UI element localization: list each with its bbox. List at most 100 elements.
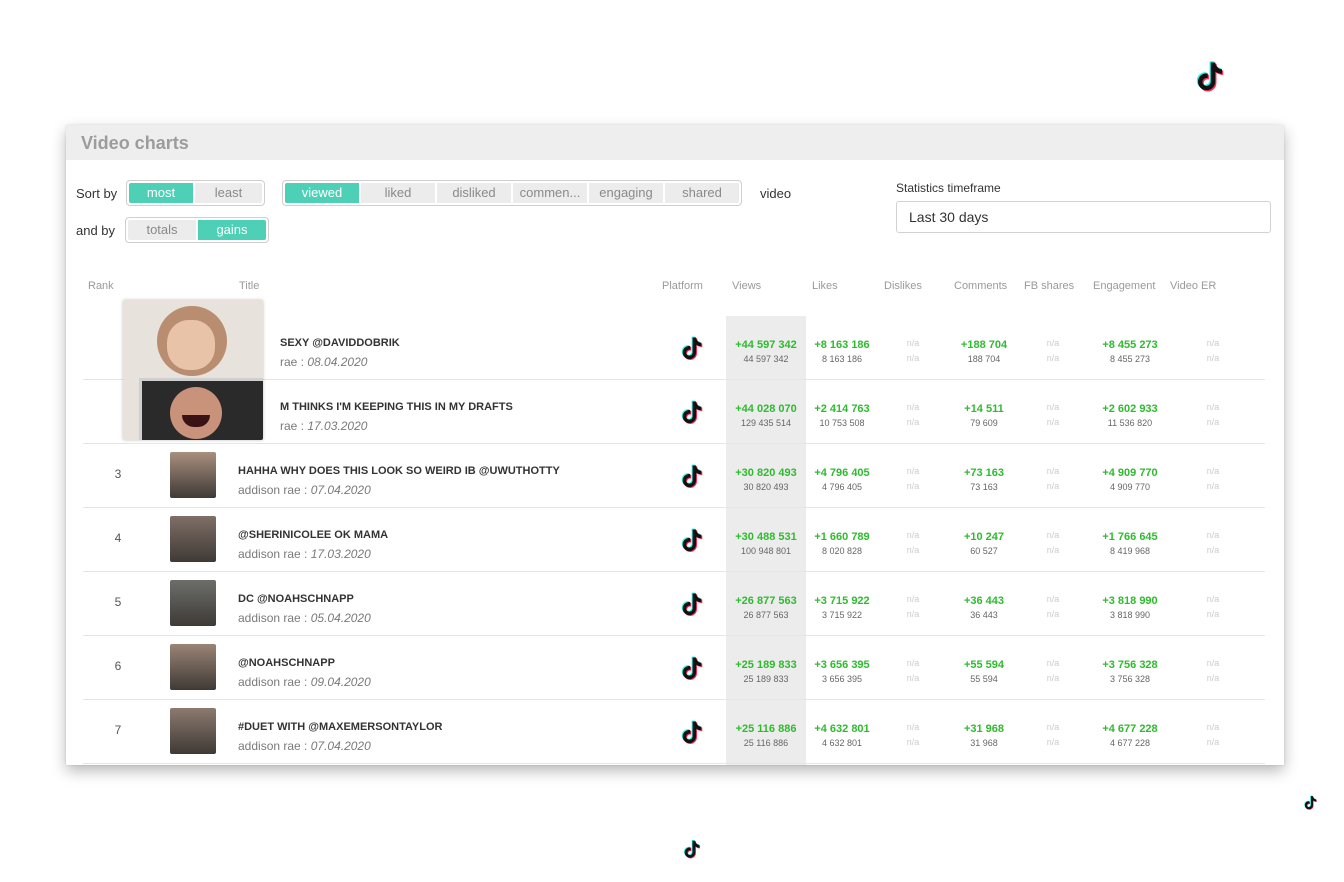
dislikes-cell: n/a n/a bbox=[893, 656, 933, 686]
comments-cell: +31 968 31 968 bbox=[948, 723, 1020, 748]
fb-shares-cell: n/a n/a bbox=[1033, 592, 1073, 622]
fb-shares-cell: n/a n/a bbox=[1033, 528, 1073, 558]
column-rank[interactable]: Rank bbox=[88, 280, 114, 292]
dislikes-total-na: n/a bbox=[906, 609, 920, 619]
video-er-gain-na: n/a bbox=[1206, 594, 1220, 604]
fb-shares-cell: n/a n/a bbox=[1033, 656, 1073, 686]
table-row[interactable]: 4 @SHERINICOLEE OK MAMA addison rae : 17.0… bbox=[83, 508, 1265, 572]
likes-gain: +3 715 922 bbox=[814, 595, 870, 607]
views-gain: +44 597 342 bbox=[735, 339, 797, 351]
sort-metric-disliked[interactable]: disliked bbox=[437, 183, 511, 203]
engagement-gain: +4 909 770 bbox=[1102, 467, 1158, 479]
video-author-date: addison rae : 07.04.2020 bbox=[238, 739, 371, 753]
row-rank: 5 bbox=[114, 595, 122, 609]
engagement-total: 4 677 228 bbox=[1109, 738, 1151, 748]
likes-gain: +4 632 801 bbox=[814, 723, 870, 735]
views-total: 44 597 342 bbox=[743, 354, 789, 364]
video-author-date: addison rae : 09.04.2020 bbox=[238, 675, 371, 689]
comments-cell: +55 594 55 594 bbox=[948, 659, 1020, 684]
engagement-cell: +3 756 328 3 756 328 bbox=[1090, 659, 1170, 684]
table-row[interactable]: 3 HAHHA WHY DOES THIS LOOK SO WEIRD IB @U… bbox=[83, 444, 1265, 508]
row-rank: 4 bbox=[114, 531, 122, 545]
comments-gain: +31 968 bbox=[963, 723, 1005, 735]
likes-cell: +1 660 789 8 020 828 bbox=[806, 531, 878, 556]
column-likes[interactable]: Likes bbox=[812, 280, 838, 292]
column-comments[interactable]: Comments bbox=[954, 280, 1007, 292]
video-title[interactable]: SEXY @DAVIDDOBRIK bbox=[280, 337, 400, 349]
comments-total: 60 527 bbox=[970, 546, 998, 556]
dislikes-cell: n/a n/a bbox=[893, 400, 933, 430]
video-er-cell: n/a n/a bbox=[1193, 528, 1233, 558]
sort-metric-comments[interactable]: commen... bbox=[513, 183, 587, 203]
engagement-cell: +4 677 228 4 677 228 bbox=[1090, 723, 1170, 748]
views-gain: +44 028 070 bbox=[735, 403, 797, 415]
comments-gain: +188 704 bbox=[960, 339, 1008, 351]
video-thumbnail[interactable] bbox=[170, 580, 216, 626]
sort-metric-engaging[interactable]: engaging bbox=[589, 183, 663, 203]
tiktok-icon bbox=[678, 398, 706, 426]
column-title[interactable]: Title bbox=[239, 280, 259, 292]
video-title[interactable]: @NOAHSCHNAPP bbox=[238, 657, 335, 669]
column-views[interactable]: Views bbox=[732, 280, 761, 292]
panel-title: Video charts bbox=[66, 125, 1284, 160]
timeframe-input[interactable] bbox=[896, 201, 1271, 233]
video-author: addison rae : bbox=[238, 675, 311, 689]
video-thumbnail[interactable] bbox=[170, 644, 216, 690]
fb-shares-gain-na: n/a bbox=[1046, 466, 1060, 476]
and-by-gains[interactable]: gains bbox=[198, 220, 266, 240]
views-total: 26 877 563 bbox=[743, 610, 789, 620]
sort-metric-liked[interactable]: liked bbox=[361, 183, 435, 203]
views-cell: +25 189 833 25 189 833 bbox=[726, 659, 806, 684]
column-engagement[interactable]: Engagement bbox=[1093, 280, 1155, 292]
sort-order-toggle: most least bbox=[126, 180, 265, 206]
dislikes-cell: n/a n/a bbox=[893, 528, 933, 558]
table-row[interactable]: 5 DC @NOAHSCHNAPP addison rae : 05.04.2020… bbox=[83, 572, 1265, 636]
video-er-total-na: n/a bbox=[1206, 737, 1220, 747]
likes-gain: +3 656 395 bbox=[814, 659, 870, 671]
views-total: 25 189 833 bbox=[743, 674, 789, 684]
video-date: 08.04.2020 bbox=[307, 355, 368, 369]
video-er-cell: n/a n/a bbox=[1193, 464, 1233, 494]
engagement-total: 4 909 770 bbox=[1109, 482, 1151, 492]
column-fb-shares[interactable]: FB shares bbox=[1024, 280, 1074, 292]
tiktok-icon bbox=[678, 334, 706, 362]
comments-gain: +73 163 bbox=[963, 467, 1005, 479]
sort-metric-viewed[interactable]: viewed bbox=[285, 183, 359, 203]
table-row[interactable]: 6 @NOAHSCHNAPP addison rae : 09.04.2020 +25… bbox=[83, 636, 1265, 700]
engagement-cell: +3 818 990 3 818 990 bbox=[1090, 595, 1170, 620]
video-thumbnail[interactable] bbox=[170, 516, 216, 562]
row-rank: 7 bbox=[114, 723, 122, 737]
video-title[interactable]: @SHERINICOLEE OK MAMA bbox=[238, 529, 388, 541]
and-by-totals[interactable]: totals bbox=[128, 220, 196, 240]
fb-shares-gain-na: n/a bbox=[1046, 530, 1060, 540]
sort-order-least[interactable]: least bbox=[195, 183, 262, 203]
fb-shares-total-na: n/a bbox=[1046, 673, 1060, 683]
video-er-cell: n/a n/a bbox=[1193, 336, 1233, 366]
column-video-er[interactable]: Video ER bbox=[1170, 280, 1216, 292]
video-thumbnail[interactable] bbox=[170, 452, 216, 498]
video-er-gain-na: n/a bbox=[1206, 722, 1220, 732]
video-title[interactable]: #DUET WITH @MAXEMERSONTAYLOR bbox=[238, 721, 442, 733]
views-total: 25 116 886 bbox=[743, 738, 789, 748]
column-dislikes[interactable]: Dislikes bbox=[884, 280, 922, 292]
dislikes-total-na: n/a bbox=[906, 417, 920, 427]
dislikes-cell: n/a n/a bbox=[893, 720, 933, 750]
sort-metric-shared[interactable]: shared bbox=[665, 183, 739, 203]
video-title[interactable]: M THINKS I'M KEEPING THIS IN MY DRAFTS bbox=[280, 401, 513, 413]
fb-shares-gain-na: n/a bbox=[1046, 594, 1060, 604]
video-author-date: addison rae : 05.04.2020 bbox=[238, 611, 371, 625]
engagement-total: 11 536 820 bbox=[1107, 418, 1153, 428]
video-title[interactable]: HAHHA WHY DOES THIS LOOK SO WEIRD IB @UW… bbox=[238, 465, 560, 477]
video-thumbnail[interactable] bbox=[170, 708, 216, 754]
engagement-gain: +3 756 328 bbox=[1102, 659, 1158, 671]
video-date: 17.03.2020 bbox=[307, 419, 368, 433]
table-row[interactable]: 7 #DUET WITH @MAXEMERSONTAYLOR addison rae… bbox=[83, 700, 1265, 764]
video-date: 05.04.2020 bbox=[310, 611, 371, 625]
video-title[interactable]: DC @NOAHSCHNAPP bbox=[238, 593, 354, 605]
fb-shares-total-na: n/a bbox=[1046, 545, 1060, 555]
comments-gain: +10 247 bbox=[963, 531, 1005, 543]
comments-gain: +14 511 bbox=[964, 403, 1004, 415]
sort-order-most[interactable]: most bbox=[129, 183, 193, 203]
engagement-total: 3 756 328 bbox=[1109, 674, 1151, 684]
column-platform[interactable]: Platform bbox=[662, 280, 703, 292]
